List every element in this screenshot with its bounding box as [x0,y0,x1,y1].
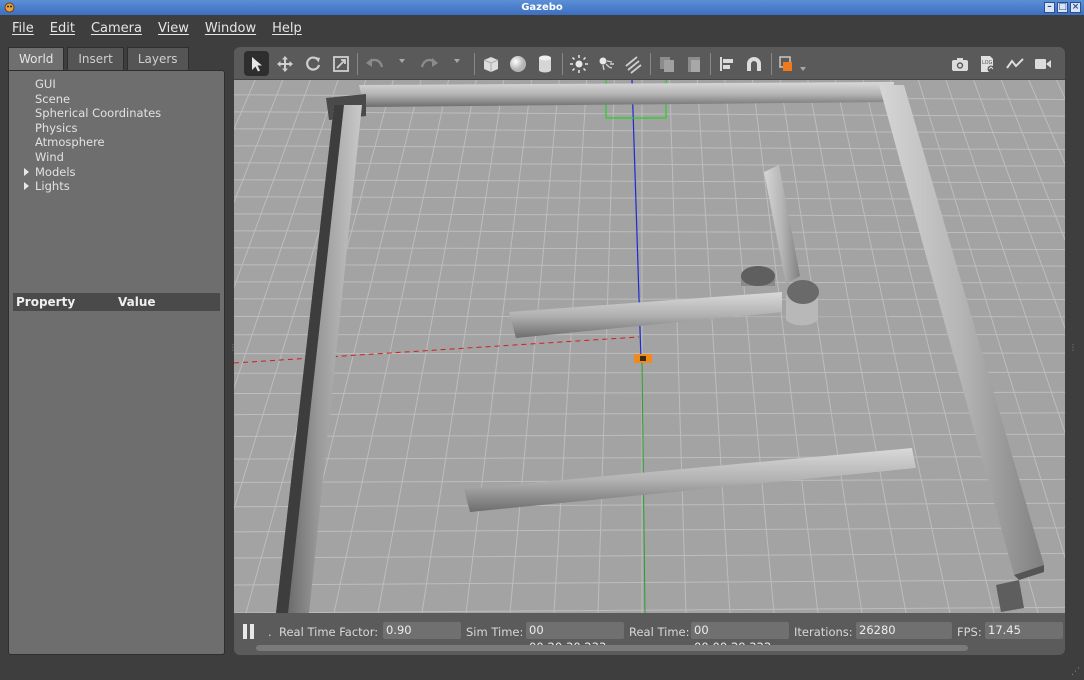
left-panel: World Insert Layers GUI Scene Spherical … [8,47,228,657]
iterations-value: 26280 [856,622,952,639]
toolbar-separator [650,53,651,75]
toolbar-separator [474,53,475,75]
render-panel: LOG . Real Time Factor: 0.90 Sim Time: 0… [234,47,1065,655]
align-icon[interactable] [714,51,739,76]
tree-item-spherical-coordinates[interactable]: Spherical Coordinates [23,106,161,121]
menu-camera[interactable]: Camera [83,21,150,36]
robot-lidar [640,356,646,361]
right-panel-collapse-handle[interactable]: ⋮ [1069,343,1077,352]
spot-light-icon[interactable] [593,51,618,76]
status-bar: . Real Time Factor: 0.90 Sim Time: 00 00… [234,613,1065,655]
gazebo-window: Gazebo – □ × File Edit Camera View Windo… [0,0,1084,680]
fps-value: 17.45 [985,622,1063,639]
minimize-icon[interactable]: – [1044,2,1055,13]
world-tab-body: GUI Scene Spherical Coordinates Physics … [8,70,225,655]
copy-icon[interactable] [654,51,679,76]
tree-item-gui[interactable]: GUI [23,77,161,92]
tab-world[interactable]: World [8,47,65,70]
menu-bar: File Edit Camera View Window Help [0,15,1084,41]
tree-item-wind[interactable]: Wind [23,150,161,165]
tree-item-lights[interactable]: Lights [23,179,161,194]
tree-item-models[interactable]: Models [23,165,161,180]
3d-viewport[interactable] [234,80,1065,613]
fps-label: FPS: [957,625,982,639]
expand-arrow-icon[interactable] [24,182,29,191]
resize-grip-icon[interactable]: ⋰ [1071,667,1080,677]
menu-file[interactable]: File [4,21,42,36]
toolbar-separator [562,53,563,75]
cylinder-obstacle-1-top [741,266,775,286]
undo-icon[interactable] [362,51,387,76]
view-angle-dropdown-icon[interactable] [800,67,806,71]
gazebo-app-icon [4,2,15,13]
tree-item-label: Models [35,164,76,179]
redo-icon[interactable] [416,51,441,76]
tree-item-scene[interactable]: Scene [23,92,161,107]
tree-item-label: GUI [35,77,56,91]
tree-item-physics[interactable]: Physics [23,121,161,136]
expand-arrow-icon[interactable] [24,167,29,176]
select-tool-icon[interactable] [244,51,269,76]
cylinder-shape-icon[interactable] [532,51,557,76]
translate-tool-icon[interactable] [272,51,297,76]
iterations-label: Iterations: [794,625,853,639]
real-time-label: Real Time: [629,625,690,639]
menu-edit[interactable]: Edit [42,21,83,36]
sim-time-label: Sim Time: [466,625,524,639]
snap-icon[interactable] [741,51,766,76]
maximize-icon[interactable]: □ [1057,2,1068,13]
cylinder-obstacle-2-top [787,280,819,304]
view-angle-icon[interactable] [775,51,800,76]
plot-icon[interactable] [1002,51,1027,76]
menu-window[interactable]: Window [197,21,264,36]
world-tree: GUI Scene Spherical Coordinates Physics … [23,77,161,194]
property-column-header: Property [16,295,76,309]
toolbar-separator [771,53,772,75]
tree-item-label: Spherical Coordinates [35,106,162,121]
pause-icon[interactable] [242,624,256,639]
rotate-tool-icon[interactable] [300,51,325,76]
sim-time-value: 00 00:20:30.233 [526,622,624,654]
window-title: Gazebo [521,2,563,13]
tree-item-label: Physics [35,120,78,135]
toolbar-separator [357,53,358,75]
redo-history-dropdown-icon[interactable] [454,59,460,63]
step-dropdown-icon[interactable]: . [268,625,272,639]
value-column-header: Value [118,295,156,309]
tree-item-label: Wind [35,149,64,164]
status-scrollbar[interactable] [256,645,968,651]
paste-icon[interactable] [681,51,706,76]
svg-text:LOG: LOG [982,60,993,66]
main-toolbar: LOG [234,47,1065,80]
real-time-factor-value: 0.90 [383,622,461,639]
real-time-value: 00 00:00:29.322 [691,622,789,654]
undo-history-dropdown-icon[interactable] [399,59,405,63]
record-video-icon[interactable] [1030,51,1055,76]
sphere-shape-icon[interactable] [505,51,530,76]
left-panel-collapse-handle[interactable]: ⋮ [229,343,237,352]
ground-plane[interactable] [234,80,1065,613]
tree-item-label: Atmosphere [35,135,105,150]
scene-svg[interactable] [234,80,1065,613]
tree-item-atmosphere[interactable]: Atmosphere [23,135,161,150]
toolbar-separator [710,53,711,75]
title-bar: Gazebo – □ × [0,0,1084,15]
property-table-header: Property Value [13,293,220,311]
real-time-factor-label: Real Time Factor: [279,625,379,639]
wall-right-end[interactable] [996,580,1024,612]
directional-light-icon[interactable] [620,51,645,76]
log-icon[interactable]: LOG [974,51,999,76]
screenshot-icon[interactable] [947,51,972,76]
menu-view[interactable]: View [150,21,197,36]
tab-insert[interactable]: Insert [67,47,124,70]
point-light-icon[interactable] [566,51,591,76]
left-panel-tabs: World Insert Layers [8,47,228,71]
box-shape-icon[interactable] [478,51,503,76]
tree-item-label: Lights [35,179,70,194]
close-icon[interactable]: × [1070,2,1081,13]
tree-item-label: Scene [35,91,71,106]
menu-help[interactable]: Help [264,21,310,36]
scale-tool-icon[interactable] [328,51,353,76]
tab-layers[interactable]: Layers [126,47,189,70]
